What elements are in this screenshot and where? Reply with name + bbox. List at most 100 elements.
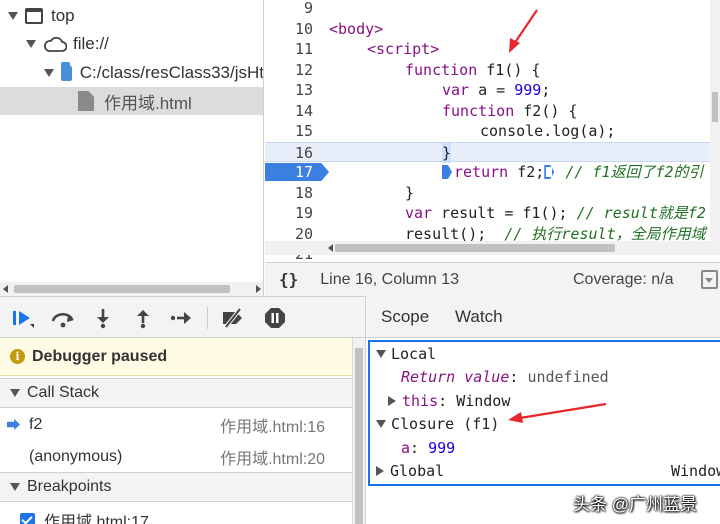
deactivate-breakpoints-button[interactable]: [220, 305, 246, 331]
tree-item-label: C:/class/resClass33/jsHt: [79, 63, 264, 82]
scope-label: Global: [390, 462, 445, 481]
scope-variable-this[interactable]: this: Window: [370, 389, 720, 413]
tab-scope[interactable]: Scope: [381, 296, 429, 338]
editor-vertical-scrollbar[interactable]: [710, 0, 720, 241]
breakpoints-header[interactable]: Breakpoints: [0, 472, 352, 502]
resume-button[interactable]: [10, 305, 36, 331]
code-text: var a = 999;: [442, 81, 551, 99]
line-number[interactable]: 18: [265, 183, 323, 204]
inline-breakpoint-icon[interactable]: [442, 165, 452, 179]
frame-location[interactable]: 作用域.html:16: [220, 413, 325, 437]
code-line-breakpoint: 17 return f2; // f1返回了f2的引: [265, 162, 720, 183]
variable-value: Window: [671, 462, 720, 481]
paused-message: Debugger paused: [32, 347, 168, 365]
expand-arrow-icon[interactable]: [44, 69, 54, 77]
folder-icon: [61, 61, 72, 81]
variable-value: 999: [428, 438, 456, 457]
inline-breakpoint-inactive-icon[interactable]: [544, 165, 555, 179]
scope-global[interactable]: Global Window: [370, 460, 720, 484]
tree-item-label: top: [51, 6, 75, 25]
scroll-left-icon[interactable]: [328, 244, 333, 252]
breakpoint-label: 作用域.html:17: [44, 514, 149, 524]
code-line: 10 <body>: [265, 19, 720, 40]
breakpoint-item[interactable]: 作用域.html:17: [0, 504, 352, 524]
scope-tree: Local Return value: undefined this: Wind…: [368, 340, 720, 486]
code-line-current: 16 }: [265, 141, 720, 164]
step-over-button[interactable]: [50, 305, 76, 331]
step-over-icon: [51, 313, 74, 328]
expand-arrow-icon[interactable]: [376, 420, 386, 429]
tree-item-folder[interactable]: C:/class/resClass33/jsHt: [0, 59, 264, 87]
debugger-sidebar: i Debugger paused Call Stack f2 作用域.html…: [0, 338, 365, 524]
call-frame-current[interactable]: f2 作用域.html:16: [0, 409, 352, 441]
debugger-paused-banner: i Debugger paused: [0, 338, 352, 376]
code-line: 11 <script>: [265, 39, 720, 60]
collapse-arrow-icon[interactable]: [10, 483, 20, 491]
pause-on-exceptions-icon: [265, 308, 285, 328]
step-out-button[interactable]: [130, 305, 156, 331]
tree-item-top[interactable]: top: [0, 2, 263, 30]
code-line: 14 function f2() {: [265, 101, 720, 122]
sidebar-vertical-scrollbar[interactable]: [352, 338, 365, 524]
scrollbar-thumb[interactable]: [355, 348, 363, 524]
scrollbar-thumb[interactable]: [335, 244, 615, 252]
step-button[interactable]: [168, 305, 194, 331]
scroll-left-icon[interactable]: [3, 285, 8, 293]
code-text: return f2; // f1返回了f2的引: [442, 162, 704, 183]
line-number[interactable]: 10: [265, 19, 323, 40]
line-number[interactable]: 13: [265, 80, 323, 101]
coverage-status: Coverage: n/a: [573, 271, 674, 288]
tab-watch[interactable]: Watch: [455, 296, 503, 338]
frame-location[interactable]: 作用域.html:20: [220, 445, 325, 469]
scroll-right-icon[interactable]: [256, 285, 261, 293]
expand-arrow-icon[interactable]: [8, 12, 18, 20]
tree-item-label: file://: [73, 34, 109, 53]
pretty-print-button[interactable]: {}: [279, 270, 298, 289]
collapse-arrow-icon[interactable]: [10, 389, 20, 397]
info-icon: i: [10, 349, 25, 364]
scope-variable[interactable]: a: 999: [370, 436, 720, 460]
scope-closure[interactable]: Closure (f1): [370, 413, 720, 437]
code-text: }: [405, 183, 415, 202]
scrollbar-thumb[interactable]: [712, 92, 718, 122]
expand-arrow-icon[interactable]: [388, 395, 396, 406]
scope-label: Closure (f1): [391, 415, 500, 434]
call-frame[interactable]: (anonymous) 作用域.html:20: [0, 441, 352, 473]
code-text: <script>: [367, 40, 440, 58]
scrollbar-thumb[interactable]: [14, 285, 230, 293]
scope-tabs: Scope Watch: [366, 296, 720, 338]
scope-variable[interactable]: Return value: undefined: [370, 366, 720, 390]
code-text: function f1() {: [405, 60, 541, 79]
pause-on-exceptions-button[interactable]: [262, 305, 288, 331]
section-title: Breakpoints: [27, 478, 112, 495]
line-number[interactable]: 9: [265, 0, 323, 19]
line-number[interactable]: 16: [265, 143, 323, 164]
line-number[interactable]: 15: [265, 121, 323, 142]
line-number[interactable]: 11: [265, 39, 323, 60]
coverage-toggle-icon[interactable]: [701, 270, 718, 289]
code-text: <body>: [329, 19, 384, 38]
breakpoint-checkbox[interactable]: [20, 512, 35, 524]
line-number[interactable]: 17: [265, 162, 323, 183]
code-editor[interactable]: 9 10 <body> 11 <script> 12 function f1()…: [265, 0, 720, 262]
tree-item-file-origin[interactable]: file://: [0, 30, 263, 58]
variable-name: a: [401, 438, 411, 457]
line-number[interactable]: 19: [265, 203, 323, 224]
editor-horizontal-scrollbar[interactable]: [265, 241, 720, 255]
current-frame-arrow-icon: [7, 419, 20, 430]
variable-name: this: [402, 391, 439, 410]
variable-name: Return value: [401, 368, 510, 387]
scope-local[interactable]: Local: [370, 342, 720, 366]
expand-arrow-icon[interactable]: [376, 466, 384, 477]
expand-arrow-icon[interactable]: [26, 40, 36, 48]
step-into-button[interactable]: [90, 305, 116, 331]
call-stack-header[interactable]: Call Stack: [0, 378, 352, 408]
line-number[interactable]: 14: [265, 101, 323, 122]
tree-item-file[interactable]: 作用域.html: [0, 87, 263, 115]
line-number[interactable]: 12: [265, 60, 323, 81]
expand-arrow-icon[interactable]: [376, 349, 386, 358]
code-text: var result = f1(); // result就是f2: [405, 204, 706, 222]
tree-horizontal-scrollbar[interactable]: [0, 282, 263, 296]
resume-icon: [13, 311, 34, 328]
code-line: 15 console.log(a);: [265, 121, 720, 142]
